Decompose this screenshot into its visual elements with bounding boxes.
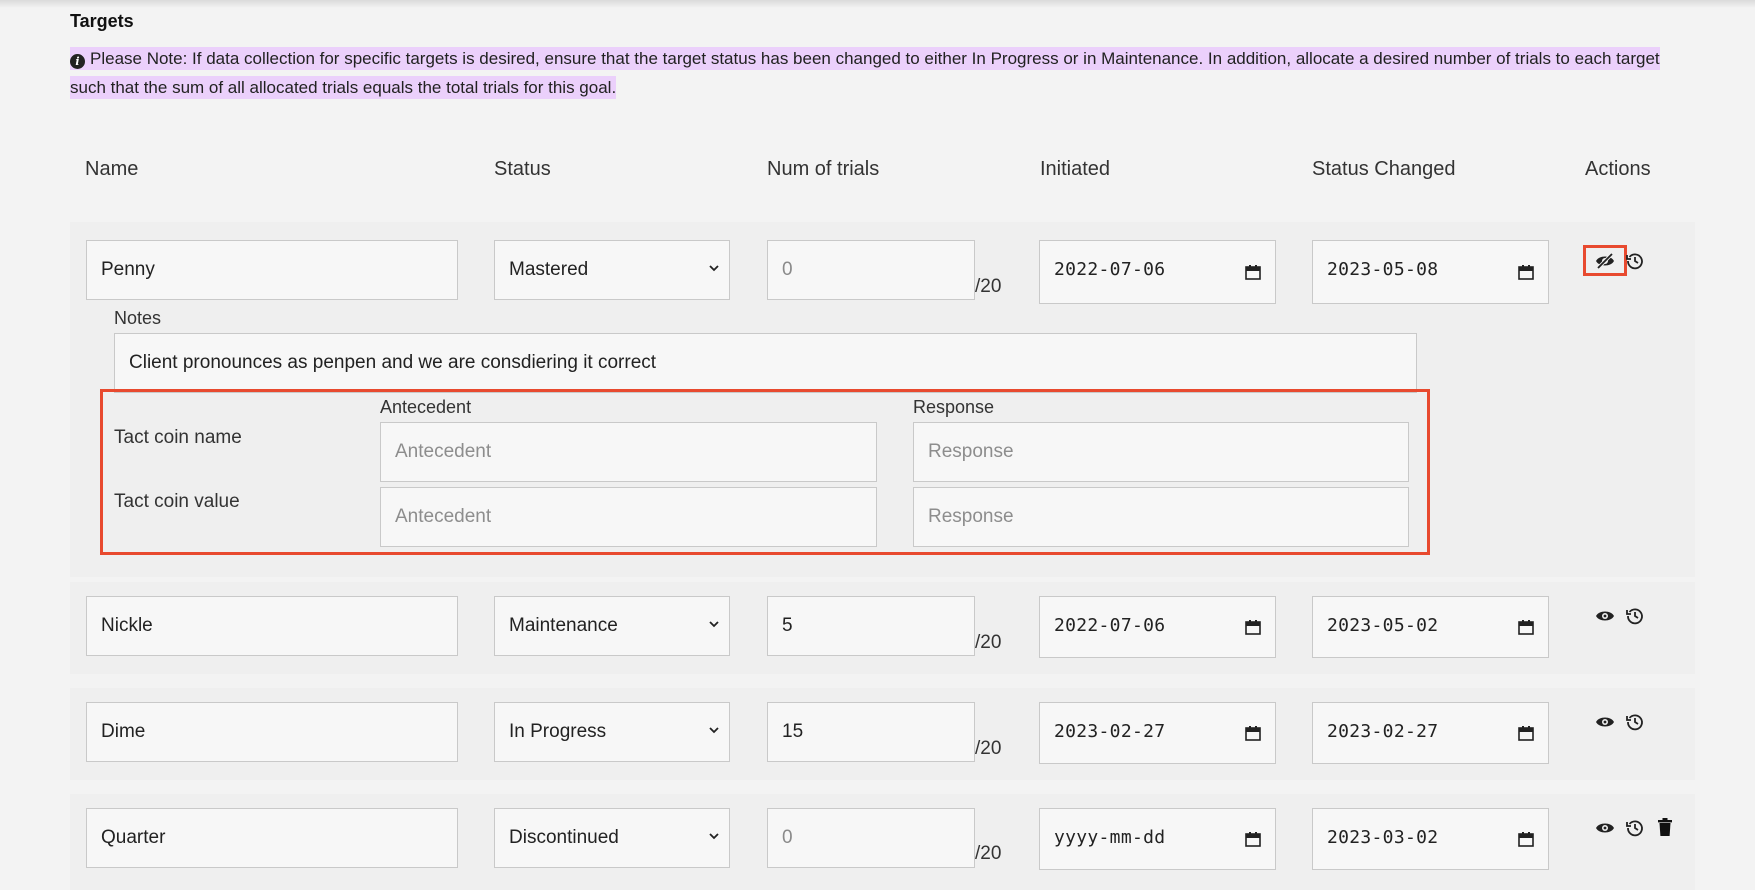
eye-icon[interactable] (1595, 818, 1615, 838)
initiated-date-value: 2023-02-27 (1054, 721, 1166, 742)
calendar-icon[interactable] (1245, 831, 1261, 847)
status-changed-date-value: 2023-05-08 (1327, 259, 1439, 280)
top-shadow (0, 0, 1755, 8)
sub-target-label: Tact coin name (114, 427, 242, 448)
antecedent-input[interactable]: Antecedent (380, 487, 877, 547)
column-header-name: Name (85, 158, 139, 180)
calendar-icon[interactable] (1245, 619, 1261, 635)
initiated-date-input[interactable]: yyyy-mm-dd (1039, 808, 1276, 870)
notes-label: Notes (114, 308, 162, 328)
initiated-date-value: 2022-07-06 (1054, 615, 1166, 636)
target-name-input[interactable]: Nickle (86, 596, 458, 656)
calendar-icon[interactable] (1518, 725, 1534, 741)
num-trials-input[interactable]: 15 (767, 702, 975, 762)
num-trials-input[interactable]: 5 (767, 596, 975, 656)
history-icon[interactable] (1625, 606, 1645, 626)
history-icon[interactable] (1625, 712, 1645, 732)
eye-icon[interactable] (1595, 606, 1615, 626)
response-input[interactable]: Response (913, 487, 1409, 547)
info-note: i Please Note: If data collection for spe… (70, 44, 1670, 102)
target-name-input[interactable]: Quarter (86, 808, 458, 868)
calendar-icon[interactable] (1518, 619, 1534, 635)
calendar-icon[interactable] (1245, 725, 1261, 741)
trash-icon[interactable] (1655, 817, 1675, 837)
status-changed-date-input[interactable]: 2023-05-02 (1312, 596, 1549, 658)
status-changed-date-value: 2023-05-02 (1327, 615, 1439, 636)
num-trials-input[interactable]: 0 (767, 240, 975, 300)
status-select[interactable]: Mastered (494, 240, 730, 300)
chevron-down-icon (709, 621, 719, 628)
initiated-date-value: yyyy-mm-dd (1054, 827, 1166, 848)
trials-total: /20 (975, 632, 1002, 653)
status-changed-date-value: 2023-02-27 (1327, 721, 1439, 742)
initiated-date-input[interactable]: 2022-07-06 (1039, 596, 1276, 658)
trials-total: /20 (975, 843, 1002, 864)
status-select-value: In Progress (509, 721, 607, 742)
sub-target-label: Tact coin value (114, 491, 240, 512)
initiated-date-value: 2022-07-06 (1054, 259, 1166, 280)
antecedent-input[interactable]: Antecedent (380, 422, 877, 482)
history-icon[interactable] (1625, 818, 1645, 838)
column-header-status: Status (494, 158, 551, 180)
status-changed-date-input[interactable]: 2023-03-02 (1312, 808, 1549, 870)
response-input[interactable]: Response (913, 422, 1409, 482)
eye-icon[interactable] (1595, 712, 1615, 732)
num-trials-input[interactable]: 0 (767, 808, 975, 868)
initiated-date-input[interactable]: 2022-07-06 (1039, 240, 1276, 304)
notes-input[interactable]: Client pronounces as penpen and we are c… (114, 333, 1417, 393)
history-icon[interactable] (1625, 251, 1645, 271)
status-select[interactable]: In Progress (494, 702, 730, 762)
calendar-icon[interactable] (1245, 264, 1261, 280)
trials-total: /20 (975, 276, 1002, 297)
info-icon: i (70, 54, 85, 69)
status-select-value: Maintenance (509, 615, 618, 636)
chevron-down-icon (709, 727, 719, 734)
target-name-input[interactable]: Dime (86, 702, 458, 762)
column-header-actions: Actions (1585, 158, 1651, 180)
info-note-text: Please Note: If data collection for spec… (70, 49, 1660, 97)
chevron-down-icon (709, 833, 719, 840)
initiated-date-input[interactable]: 2023-02-27 (1039, 702, 1276, 764)
column-header-initiated: Initiated (1040, 158, 1111, 180)
calendar-icon[interactable] (1518, 831, 1534, 847)
status-select-value: Discontinued (509, 827, 619, 848)
column-header-status-changed: Status Changed (1312, 158, 1456, 180)
calendar-icon[interactable] (1518, 264, 1534, 280)
target-name-input[interactable]: Penny (86, 240, 458, 300)
status-select[interactable]: Discontinued (494, 808, 730, 868)
status-changed-date-input[interactable]: 2023-02-27 (1312, 702, 1549, 764)
response-label: Response (913, 397, 995, 417)
column-header-trials: Num of trials (767, 158, 880, 180)
antecedent-label: Antecedent (380, 397, 472, 417)
status-select-value: Mastered (509, 259, 589, 280)
trials-total: /20 (975, 738, 1002, 759)
status-select[interactable]: Maintenance (494, 596, 730, 656)
section-title: Targets (70, 11, 134, 31)
status-changed-date-input[interactable]: 2023-05-08 (1312, 240, 1549, 304)
status-changed-date-value: 2023-03-02 (1327, 827, 1439, 848)
chevron-down-icon (709, 265, 719, 272)
eye-slash-icon[interactable] (1595, 251, 1615, 271)
